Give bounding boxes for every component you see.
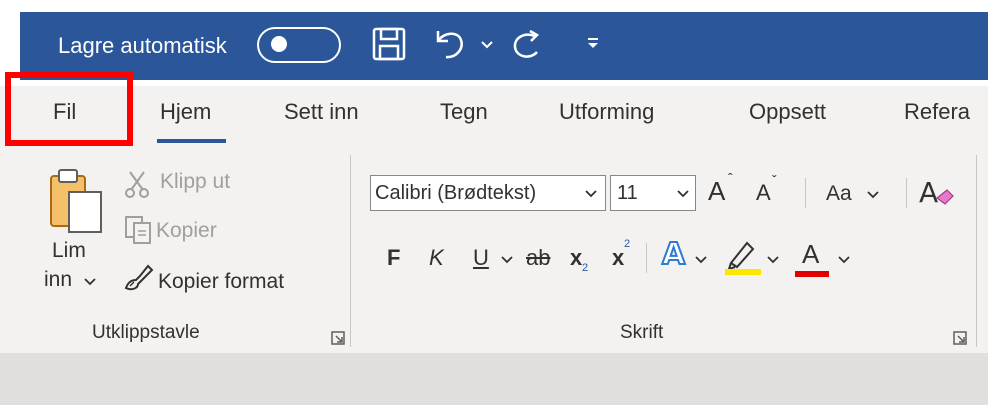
scissors-icon	[125, 171, 149, 198]
customize-toolbar-icon[interactable]	[585, 36, 601, 50]
divider	[805, 178, 806, 208]
save-icon[interactable]	[371, 26, 407, 62]
font-color-button[interactable]: A	[802, 239, 819, 270]
superscript-mark: 2	[624, 238, 631, 250]
font-name-combo[interactable]: Calibri (Brødtekst)	[370, 175, 606, 211]
clear-formatting-icon[interactable]: A	[919, 176, 961, 212]
font-name-value: Calibri (Brødtekst)	[375, 182, 537, 204]
format-painter-button[interactable]: Kopier format	[158, 270, 284, 294]
chevron-down-icon[interactable]	[767, 256, 779, 264]
tab-references[interactable]: Refera	[904, 99, 970, 125]
active-tab-indicator	[157, 139, 226, 143]
undo-icon[interactable]	[432, 26, 466, 62]
ribbon-tabs	[0, 86, 988, 148]
format-painter-icon	[124, 264, 154, 291]
font-color-bar	[795, 271, 829, 277]
paste-icon[interactable]	[45, 166, 107, 236]
autosave-toggle[interactable]	[257, 27, 341, 63]
shrink-font-button[interactable]: A	[756, 180, 771, 206]
text-effects-button[interactable]: A	[661, 236, 686, 273]
redo-icon[interactable]	[510, 26, 544, 62]
autosave-label: Lagre automatisk	[58, 33, 227, 58]
italic-button[interactable]: K	[429, 245, 444, 271]
paste-label[interactable]: Lim	[52, 239, 86, 263]
chevron-down-icon[interactable]	[585, 190, 597, 198]
font-launcher-icon[interactable]	[953, 331, 967, 345]
shrink-font-caret-icon: ˇ	[772, 172, 777, 188]
font-group-label: Skrift	[620, 322, 664, 343]
grow-font-caret-icon: ˆ	[728, 170, 733, 186]
group-divider	[350, 155, 351, 347]
copy-icon	[125, 216, 151, 244]
chevron-down-icon[interactable]	[838, 256, 850, 264]
tab-home[interactable]: Hjem	[160, 99, 211, 125]
chevron-down-icon[interactable]	[677, 190, 689, 198]
copy-button[interactable]: Kopier	[156, 219, 217, 243]
font-size-value: 11	[617, 182, 638, 204]
grow-font-button[interactable]: A	[708, 176, 725, 207]
chevron-down-icon[interactable]	[695, 256, 707, 264]
divider	[646, 243, 647, 273]
bold-button[interactable]: F	[387, 245, 400, 271]
superscript-button[interactable]: x	[612, 245, 624, 271]
annotation-highlight-box	[5, 72, 133, 146]
divider	[906, 178, 907, 208]
highlighter-icon[interactable]	[725, 237, 761, 275]
paste-label-2[interactable]: inn	[44, 268, 72, 292]
document-area	[0, 353, 988, 405]
cut-button[interactable]: Klipp ut	[160, 170, 230, 194]
clipboard-group-label: Utklippstavle	[92, 322, 200, 343]
tab-draw[interactable]: Tegn	[440, 99, 488, 125]
chevron-down-icon[interactable]	[501, 256, 513, 264]
undo-dropdown-icon[interactable]	[480, 40, 494, 50]
tab-insert[interactable]: Sett inn	[284, 99, 359, 125]
paste-dropdown-icon[interactable]	[84, 278, 96, 286]
svg-text:A: A	[919, 176, 938, 209]
subscript-button[interactable]: x	[570, 245, 582, 271]
underline-button[interactable]: U	[473, 245, 489, 271]
font-size-combo[interactable]: 11	[610, 175, 696, 211]
clipboard-launcher-icon[interactable]	[331, 331, 345, 345]
tab-design[interactable]: Utforming	[559, 99, 654, 125]
change-case-button[interactable]: Aa	[826, 182, 852, 206]
subscript-mark: 2	[582, 262, 589, 274]
group-divider	[976, 155, 977, 347]
strikethrough-button[interactable]: ab	[526, 245, 550, 271]
chevron-down-icon[interactable]	[867, 191, 879, 199]
tab-layout[interactable]: Oppsett	[749, 99, 826, 125]
